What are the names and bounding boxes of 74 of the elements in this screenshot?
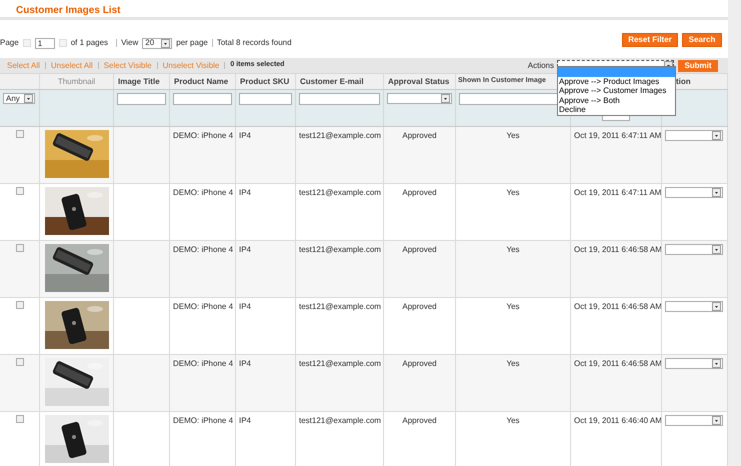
action-select[interactable]	[665, 301, 723, 312]
table-cell: test121@example.com	[299, 302, 381, 311]
action-select[interactable]	[665, 358, 723, 369]
table-cell-text: Approved	[401, 301, 438, 313]
dropdown-option[interactable]: Approve --> Customer Images	[558, 86, 675, 96]
table-cell-text: Approved	[401, 130, 438, 142]
per-page-select[interactable]: 20	[142, 38, 172, 48]
filter-field[interactable]	[239, 93, 292, 105]
records-count: Total 8 records found	[216, 37, 292, 49]
filter-field[interactable]	[173, 93, 232, 105]
per-page-label: per page	[176, 37, 208, 49]
table-cell-text: Yes	[505, 301, 521, 313]
action-select[interactable]	[665, 244, 723, 255]
table-cell: DEMO: iPhone 4	[173, 416, 234, 425]
table-cell: IP4	[239, 302, 252, 311]
action-select[interactable]	[665, 187, 723, 198]
action-select[interactable]	[665, 415, 723, 426]
action-select[interactable]	[665, 130, 723, 141]
row-checkbox[interactable]	[16, 244, 24, 252]
table-cell: IP4	[239, 188, 252, 197]
table-cell: test121@example.com	[299, 416, 381, 425]
table-cell: DEMO: iPhone 4	[173, 131, 234, 140]
row-checkbox[interactable]	[16, 358, 24, 366]
row-checkbox[interactable]	[16, 187, 24, 195]
actions-label: Actions	[528, 60, 554, 72]
table-cell-text: Yes	[505, 130, 521, 142]
table-cell-text: Approved	[401, 415, 438, 427]
table-cell: test121@example.com	[299, 359, 381, 368]
table-cell: DEMO: iPhone 4	[173, 302, 234, 311]
column-header[interactable]: Product SKU	[240, 76, 290, 88]
view-label: View	[121, 37, 138, 49]
page-field[interactable]: 1	[34, 38, 55, 48]
page-count: of 1 pages	[70, 37, 108, 49]
table-cell: Oct 19, 2011 6:47:11 AM	[574, 188, 661, 197]
table-cell: test121@example.com	[299, 188, 381, 197]
table-cell: IP4	[239, 416, 252, 425]
page-title: Customer Images List	[16, 5, 120, 16]
row-checkbox[interactable]	[16, 415, 24, 423]
dropdown-option[interactable]: Decline	[558, 105, 675, 114]
table-cell: test121@example.com	[299, 131, 381, 140]
dropdown-option[interactable]: Approve --> Both	[558, 96, 675, 105]
table-cell-text: Yes	[505, 358, 521, 370]
table-cell: DEMO: iPhone 4	[173, 359, 234, 368]
table-cell: IP4	[239, 359, 252, 368]
dropdown-option[interactable]: Approve --> Product Images	[558, 76, 675, 86]
table-cell-text: Approved	[401, 358, 438, 370]
next-page-icon[interactable]	[58, 39, 67, 47]
table-cell: DEMO: iPhone 4	[173, 245, 234, 254]
table-cell: Oct 19, 2011 6:46:58 AM	[574, 302, 661, 311]
filter-field[interactable]	[299, 93, 380, 105]
table-cell-text: Yes	[505, 415, 521, 427]
table-cell: Oct 19, 2011 6:46:58 AM	[574, 245, 661, 254]
table-cell-text: Yes	[505, 244, 521, 256]
table-cell: Oct 19, 2011 6:47:11 AM	[574, 131, 661, 140]
page-label: Page	[0, 37, 19, 49]
column-header[interactable]: Approval Status	[388, 76, 450, 88]
table-cell-text: Yes	[505, 187, 521, 199]
row-checkbox[interactable]	[16, 301, 24, 309]
table-cell-text: Approved	[401, 187, 438, 199]
row-checkbox[interactable]	[16, 130, 24, 138]
table-cell: Oct 19, 2011 6:46:40 AM	[574, 416, 661, 425]
table-cell: IP4	[239, 245, 252, 254]
column-header[interactable]: Image Title	[118, 76, 160, 88]
filter-select[interactable]	[387, 93, 452, 104]
column-header[interactable]: Customer E-mail	[300, 76, 364, 88]
table-cell: DEMO: iPhone 4	[173, 188, 234, 197]
table-cell-text: Approved	[401, 244, 438, 256]
table-cell: IP4	[239, 131, 252, 140]
table-cell: test121@example.com	[299, 245, 381, 254]
filter-field[interactable]	[117, 93, 166, 105]
filter-select[interactable]: Any	[3, 93, 35, 104]
previous-page-icon[interactable]	[22, 39, 31, 47]
table-cell: Oct 19, 2011 6:46:58 AM	[574, 359, 661, 368]
column-header[interactable]: Product Name	[174, 76, 228, 88]
